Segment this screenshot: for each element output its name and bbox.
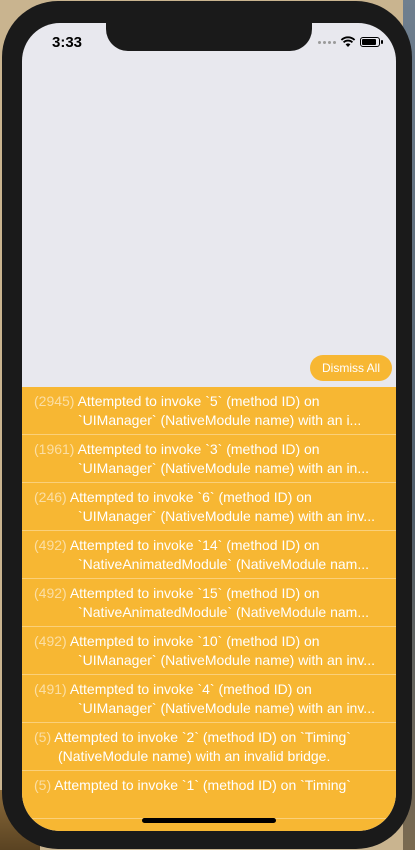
notch — [106, 23, 312, 51]
log-item[interactable]: (492) Attempted to invoke `14` (method I… — [22, 531, 396, 579]
log-message: Attempted to invoke `15` (method ID) on — [69, 585, 320, 601]
log-message: Attempted to invoke `4` (method ID) on — [69, 681, 312, 697]
log-count: (1961) — [34, 441, 75, 457]
log-count: (5) — [34, 777, 52, 793]
home-indicator[interactable] — [142, 818, 276, 823]
log-message-continued: `UIManager` (NativeModule name) with an … — [78, 412, 362, 428]
log-message: Attempted to invoke `3` (method ID) on — [77, 441, 320, 457]
log-message: Attempted to invoke `6` (method ID) on — [69, 489, 312, 505]
log-count: (491) — [34, 681, 67, 697]
log-message: Attempted to invoke `2` (method ID) on `… — [54, 729, 351, 745]
log-message-continued: `UIManager` (NativeModule name) with an … — [78, 508, 375, 524]
log-message: Attempted to invoke `5` (method ID) on — [77, 393, 320, 409]
log-item[interactable]: (246) Attempted to invoke `6` (method ID… — [22, 483, 396, 531]
log-item[interactable]: (5) Attempted to invoke `1` (method ID) … — [22, 771, 396, 819]
log-message-continued: `UIManager` (NativeModule name) with an … — [78, 700, 375, 716]
log-item[interactable]: (2945) Attempted to invoke `5` (method I… — [22, 387, 396, 435]
wifi-icon — [340, 36, 356, 47]
log-message: Attempted to invoke `1` (method ID) on `… — [54, 777, 351, 793]
log-message-continued: `UIManager` (NativeModule name) with an … — [78, 652, 375, 668]
warning-log-list: (2945) Attempted to invoke `5` (method I… — [22, 387, 396, 831]
log-message: Attempted to invoke `10` (method ID) on — [69, 633, 320, 649]
log-count: (492) — [34, 633, 67, 649]
log-count: (492) — [34, 585, 67, 601]
log-item[interactable]: (492) Attempted to invoke `15` (method I… — [22, 579, 396, 627]
log-item[interactable]: (492) Attempted to invoke `10` (method I… — [22, 627, 396, 675]
log-item[interactable]: (1961) Attempted to invoke `3` (method I… — [22, 435, 396, 483]
log-item[interactable]: (491) Attempted to invoke `4` (method ID… — [22, 675, 396, 723]
status-time: 3:33 — [52, 34, 83, 51]
signal-icon — [318, 40, 336, 44]
log-message: Attempted to invoke `14` (method ID) on — [69, 537, 320, 553]
log-message-continued: `NativeAnimatedModule` (NativeModule nam… — [78, 556, 370, 572]
phone-frame: 3:33 Dismiss All (2945) Attempted to inv… — [2, 1, 412, 849]
log-message-continued: (NativeModule name) with an invalid brid… — [58, 748, 331, 764]
log-message-continued: `UIManager` (NativeModule name) with an … — [78, 460, 370, 476]
log-count: (246) — [34, 489, 67, 505]
log-item[interactable]: (5) Attempted to invoke `2` (method ID) … — [22, 723, 396, 771]
log-message-continued: `NativeAnimatedModule` (NativeModule nam… — [78, 604, 370, 620]
log-count: (492) — [34, 537, 67, 553]
log-count: (5) — [34, 729, 52, 745]
log-count: (2945) — [34, 393, 75, 409]
status-icons — [318, 36, 383, 48]
phone-screen: 3:33 Dismiss All (2945) Attempted to inv… — [22, 23, 396, 831]
dismiss-all-button[interactable]: Dismiss All — [309, 355, 392, 381]
battery-icon — [360, 37, 383, 47]
